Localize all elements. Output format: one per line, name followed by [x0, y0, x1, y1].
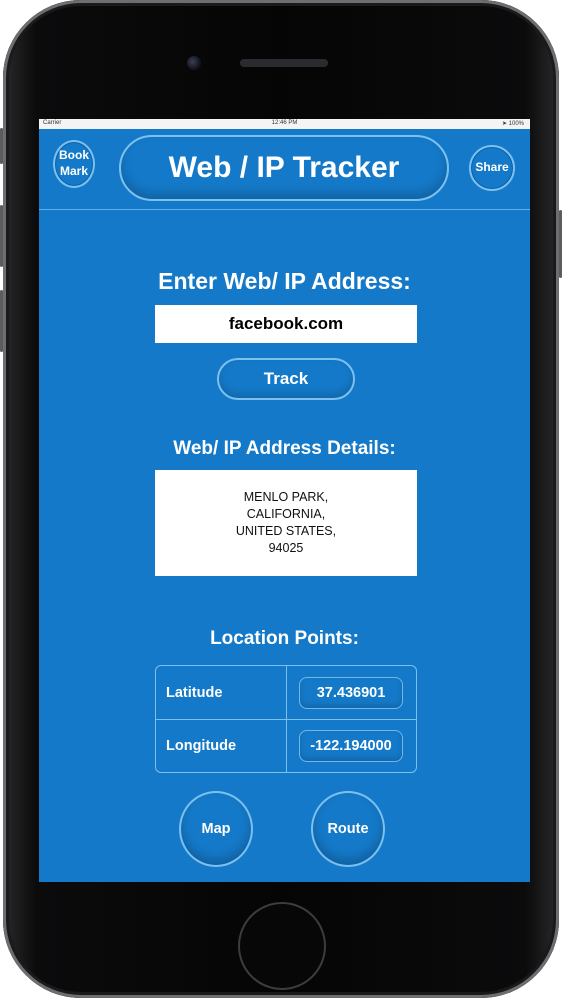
share-button[interactable]: Share	[469, 145, 515, 191]
address-label: Enter Web/ IP Address:	[158, 268, 411, 294]
location-arrow-icon: ➤	[501, 121, 507, 127]
earpiece-speaker	[240, 59, 328, 67]
volume-down-button	[0, 290, 3, 352]
longitude-label: Longitude	[166, 737, 237, 754]
share-label: Share	[475, 160, 509, 175]
track-button[interactable]: Track	[217, 358, 355, 400]
power-button	[559, 210, 562, 278]
details-line: UNITED STATES,	[235, 524, 337, 538]
map-button[interactable]: Map	[179, 791, 253, 867]
details-line: 94025	[268, 540, 304, 555]
battery-indicator: ➤ 100%	[502, 120, 524, 127]
page-title: Web / IP Tracker	[119, 135, 449, 201]
latitude-value: 37.436901	[299, 677, 403, 709]
details-line: MENLO PARK,	[243, 490, 329, 505]
front-camera-icon	[187, 56, 201, 70]
app-header: Book Mark Web / IP Tracker Share	[39, 129, 530, 210]
track-label: Track	[263, 369, 309, 388]
status-bar: Carrier 12:46 PM ➤ 100%	[39, 119, 530, 129]
table-row-latitude: Latitude 37.436901	[156, 666, 416, 720]
volume-up-button	[0, 205, 3, 267]
bookmark-label-line2: Mark	[59, 164, 88, 178]
table-row-longitude: Longitude -122.194000	[156, 719, 416, 772]
location-table: Latitude 37.436901 Longitude -122.194000	[155, 665, 417, 773]
bookmark-button[interactable]: Book Mark	[53, 140, 95, 188]
details-line: CALIFORNIA,	[246, 507, 326, 522]
latitude-label: Latitude	[166, 684, 223, 701]
phone-frame: Carrier 12:46 PM ➤ 100% Book Mark Web / …	[0, 0, 562, 998]
battery-percent: 100%	[508, 121, 524, 127]
clock: 12:46 PM	[271, 120, 298, 126]
home-button[interactable]	[238, 902, 326, 990]
app-screen: Carrier 12:46 PM ➤ 100% Book Mark Web / …	[39, 119, 530, 882]
map-label: Map	[201, 821, 231, 837]
address-input[interactable]	[155, 305, 417, 343]
mute-switch	[0, 128, 3, 164]
details-label: Web/ IP Address Details:	[173, 438, 396, 459]
page-title-text: Web / IP Tracker	[168, 151, 400, 184]
bookmark-label-line1: Book	[59, 148, 89, 163]
longitude-value: -122.194000	[299, 730, 403, 762]
details-box: MENLO PARK, CALIFORNIA, UNITED STATES, 9…	[155, 470, 417, 576]
route-button[interactable]: Route	[311, 791, 385, 867]
route-label: Route	[327, 821, 369, 837]
location-label: Location Points:	[210, 628, 359, 649]
